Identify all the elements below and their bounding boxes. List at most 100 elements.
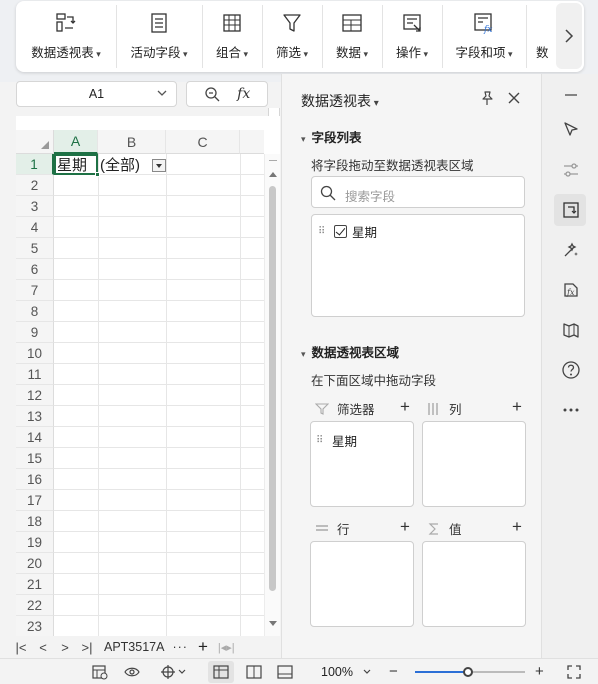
row-header[interactable]: 16 <box>16 469 54 490</box>
active-field-button[interactable]: 活动字段 <box>116 1 202 72</box>
page-break-icon[interactable] <box>277 664 293 680</box>
row-header[interactable]: 14 <box>16 427 54 448</box>
column-header-next[interactable] <box>240 130 264 154</box>
vertical-scrollbar[interactable] <box>264 154 280 636</box>
field-list-title[interactable]: 字段列表 <box>301 127 362 146</box>
table-row[interactable] <box>54 574 264 595</box>
next-sheet-icon[interactable]: > <box>54 640 76 655</box>
crosshair-icon[interactable] <box>160 664 176 680</box>
table-row[interactable] <box>54 469 264 490</box>
table-row[interactable] <box>54 280 264 301</box>
field-checkbox[interactable] <box>334 225 347 238</box>
fields-items-button[interactable]: fx 字段和项 <box>442 1 526 72</box>
add-value-button[interactable]: + <box>512 518 522 535</box>
table-row[interactable] <box>54 553 264 574</box>
add-filter-button[interactable]: + <box>400 398 410 415</box>
eye-icon[interactable] <box>124 664 140 680</box>
column-header-a[interactable]: A <box>54 130 98 154</box>
add-sheet-button[interactable]: + <box>198 637 208 657</box>
zoom-in-button[interactable]: + <box>535 663 544 680</box>
row-header[interactable]: 12 <box>16 385 54 406</box>
table-row[interactable] <box>54 385 264 406</box>
table-row[interactable] <box>54 448 264 469</box>
table-row[interactable] <box>54 427 264 448</box>
data-button[interactable]: 数据 <box>322 1 382 72</box>
table-row[interactable] <box>54 175 264 196</box>
column-header-c[interactable]: C <box>166 130 240 154</box>
table-row[interactable] <box>54 217 264 238</box>
cursor-icon[interactable] <box>561 120 581 140</box>
insert-function-button[interactable]: fx <box>237 86 250 102</box>
scrollbar-thumb[interactable] <box>269 186 276 591</box>
filter-button[interactable]: 筛选 <box>262 1 322 72</box>
select-all-corner[interactable] <box>16 130 54 154</box>
ribbon-scroll-right-button[interactable] <box>556 3 582 69</box>
row-header[interactable]: 10 <box>16 343 54 364</box>
drag-handle-icon[interactable]: ⠿ <box>316 435 326 445</box>
row-header[interactable]: 5 <box>16 238 54 259</box>
cell-b1[interactable]: (全部) <box>100 154 140 175</box>
table-row[interactable] <box>54 238 264 259</box>
table-row[interactable] <box>54 301 264 322</box>
row-header[interactable]: 13 <box>16 406 54 427</box>
magic-tools-icon[interactable] <box>561 240 581 260</box>
table-row[interactable] <box>54 343 264 364</box>
row-header[interactable]: 3 <box>16 196 54 217</box>
row-header[interactable]: 2 <box>16 175 54 196</box>
add-row-button[interactable]: + <box>400 518 410 535</box>
prev-sheet-icon[interactable]: < <box>32 640 54 655</box>
filter-field-chip[interactable]: ⠿ 星期 <box>316 431 357 450</box>
page-layout-icon[interactable] <box>246 664 262 680</box>
row-header[interactable]: 15 <box>16 448 54 469</box>
row-header[interactable]: 23 <box>16 616 54 636</box>
row-header[interactable]: 6 <box>16 259 54 280</box>
zoom-level[interactable]: 100% <box>321 665 353 679</box>
operation-button[interactable]: 操作 <box>382 1 442 72</box>
sliders-icon[interactable] <box>561 160 581 180</box>
row-header[interactable]: 20 <box>16 553 54 574</box>
filters-drop-area[interactable]: ⠿ 星期 <box>310 421 414 507</box>
columns-drop-area[interactable] <box>422 421 526 507</box>
formula-assistant-icon[interactable]: fx <box>561 280 581 300</box>
table-row[interactable] <box>54 406 264 427</box>
row-header[interactable]: 21 <box>16 574 54 595</box>
table-row[interactable] <box>54 511 264 532</box>
table-row[interactable] <box>54 532 264 553</box>
values-drop-area[interactable] <box>422 541 526 627</box>
row-header[interactable]: 9 <box>16 322 54 343</box>
pivot-areas-title[interactable]: 数据透视表区域 <box>301 342 400 361</box>
rows-drop-area[interactable] <box>310 541 414 627</box>
table-row[interactable] <box>54 616 264 636</box>
table-settings-icon[interactable] <box>92 664 108 680</box>
column-header-b[interactable]: B <box>98 130 166 154</box>
row-header[interactable]: 8 <box>16 301 54 322</box>
table-row[interactable] <box>54 364 264 385</box>
row-header[interactable]: 18 <box>16 511 54 532</box>
more-sheets-button[interactable]: ··· <box>172 640 188 654</box>
row-header[interactable]: 17 <box>16 490 54 511</box>
table-row[interactable] <box>54 322 264 343</box>
table-row[interactable] <box>54 196 264 217</box>
row-header[interactable]: 11 <box>16 364 54 385</box>
zoom-search-icon[interactable] <box>204 86 220 102</box>
zoom-slider[interactable] <box>415 667 525 677</box>
row-header[interactable]: 22 <box>16 595 54 616</box>
fullscreen-icon[interactable] <box>566 664 582 680</box>
tab-scroll-handle-icon[interactable]: |◂▸| <box>218 641 235 654</box>
close-icon[interactable] <box>506 90 522 106</box>
pivot-table-button[interactable]: 数据透视表 <box>16 1 116 72</box>
book-map-icon[interactable] <box>561 320 581 340</box>
panel-title[interactable]: 数据透视表 <box>301 91 379 111</box>
field-search-input[interactable]: 搜索字段 <box>311 176 525 208</box>
scrollbar-split-handle[interactable] <box>269 160 277 161</box>
table-row[interactable] <box>54 490 264 511</box>
scroll-down-arrow-icon[interactable] <box>269 621 277 626</box>
pivot-filter-dropdown-icon[interactable] <box>152 159 166 172</box>
table-row[interactable] <box>54 595 264 616</box>
group-button[interactable]: 组合 <box>202 1 262 72</box>
field-item[interactable]: ⠿ 星期 <box>318 222 377 241</box>
table-row[interactable] <box>54 259 264 280</box>
scroll-up-arrow-icon[interactable] <box>269 172 277 177</box>
row-header[interactable]: 1 <box>16 154 54 175</box>
last-sheet-icon[interactable]: >| <box>76 640 98 655</box>
